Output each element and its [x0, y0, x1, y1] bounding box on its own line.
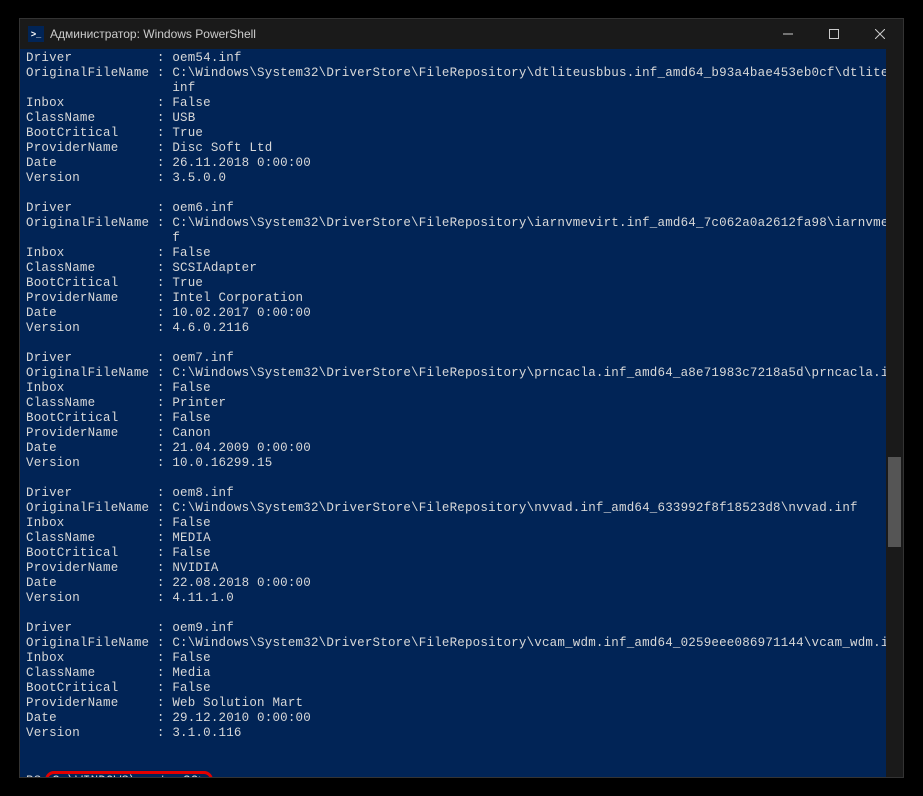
driver-entry: Driver : oem54.inf OriginalFileName : C:…: [26, 51, 886, 186]
powershell-icon: >_: [28, 26, 44, 42]
scrollbar[interactable]: [886, 49, 903, 777]
scrollbar-thumb[interactable]: [888, 457, 901, 547]
prompt-path-highlight: C:\WINDOWS\system32>: [45, 771, 213, 777]
powershell-window: >_ Администратор: Windows PowerShell Dri…: [19, 18, 904, 778]
terminal-output[interactable]: Driver : oem54.inf OriginalFileName : C:…: [20, 49, 886, 777]
titlebar[interactable]: >_ Администратор: Windows PowerShell: [20, 19, 903, 49]
driver-entry: Driver : oem9.inf OriginalFileName : C:\…: [26, 621, 886, 741]
minimize-button[interactable]: [765, 19, 811, 49]
driver-entry: Driver : oem7.inf OriginalFileName : C:\…: [26, 351, 886, 471]
close-button[interactable]: [857, 19, 903, 49]
maximize-button[interactable]: [811, 19, 857, 49]
prompt-line: PS C:\WINDOWS\system32>: [26, 774, 213, 777]
driver-entry: Driver : oem8.inf OriginalFileName : C:\…: [26, 486, 886, 606]
driver-entry: Driver : oem6.inf OriginalFileName : C:\…: [26, 201, 886, 336]
window-title: Администратор: Windows PowerShell: [50, 27, 765, 41]
window-controls: [765, 19, 903, 49]
